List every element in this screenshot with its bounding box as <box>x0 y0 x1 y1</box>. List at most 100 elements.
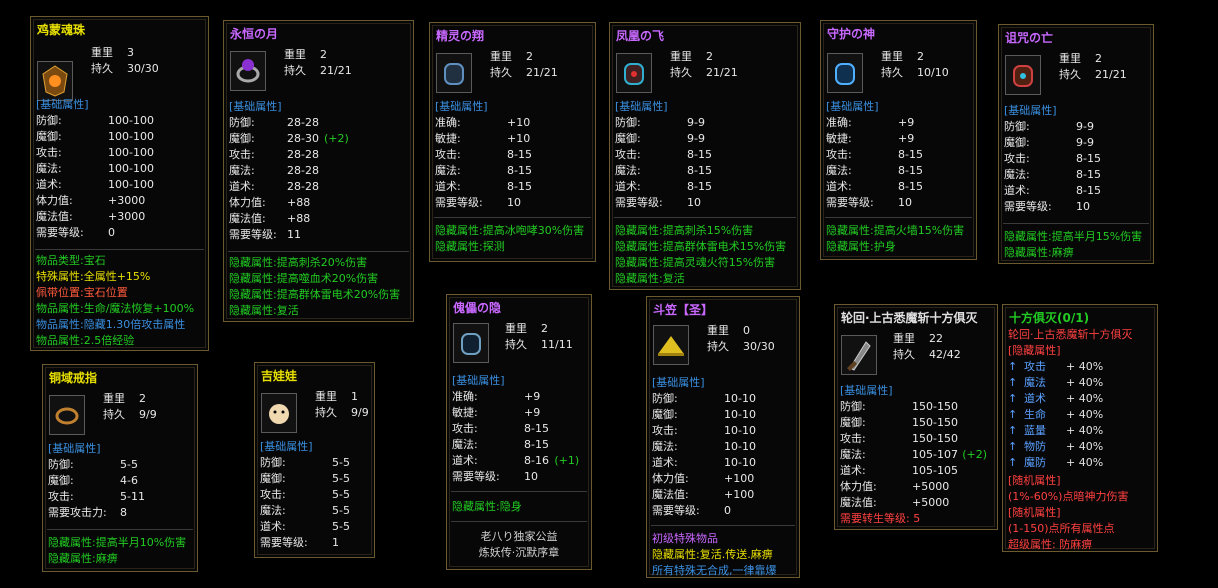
set-bonus-row: ↑ 魔防 + 40% <box>1008 455 1148 471</box>
weight-label: 重里 <box>707 324 729 337</box>
stat-row: 准确: +9 <box>452 389 592 405</box>
weight-label: 重里 <box>91 46 113 59</box>
item-tooltip-panel: 吉娃娃 重里 1 持久 9/9 [基础属性] 防御: 5-5 魔御: 5-5 攻击: 5-5 魔… <box>254 362 375 558</box>
stat-value: 8-15 <box>898 148 923 161</box>
item-title: 轮回·上古悉魔斩十方俱灭 <box>841 311 978 325</box>
stat-value: 8 <box>120 506 127 519</box>
stat-value: 28-28 <box>287 116 319 129</box>
random-attr-header: [随机属性] <box>1008 506 1061 519</box>
stat-label: 魔法: <box>452 438 478 451</box>
weight-value: 2 <box>1095 52 1102 65</box>
stat-value: 100-100 <box>108 130 154 143</box>
stat-label: 防御: <box>260 456 286 469</box>
stat-value: +100 <box>724 488 755 501</box>
stat-value: 9-9 <box>687 132 705 145</box>
weapon-icon <box>841 335 877 375</box>
weight-label: 重里 <box>893 332 915 345</box>
stat-row: 魔法值: +88 <box>229 211 409 227</box>
base-attr-header: [基础属性] <box>48 442 101 455</box>
footer-line: 老八り独家公益 <box>480 530 558 543</box>
durability-value: 30/30 <box>743 340 775 353</box>
stat-label: 魔御: <box>615 132 641 145</box>
stat-row: 魔御: 4-6 <box>48 473 198 489</box>
base-attr-header: [基础属性] <box>826 100 879 113</box>
stat-bonus: (+1) <box>554 454 580 467</box>
stat-value: 100-100 <box>108 146 154 159</box>
set-bonus-row: ↑ 攻击 + 40% <box>1008 359 1148 375</box>
stat-row: 需要等级: 10 <box>1004 199 1154 215</box>
stat-value: 150-150 <box>912 400 958 413</box>
hidden-attr-line: 隐藏属性:提高半月15%伤害 <box>1004 230 1143 243</box>
stat-value: 10-10 <box>724 456 756 469</box>
stat-bonus: (+2) <box>324 132 349 145</box>
stat-label: 需要等级: <box>260 536 308 549</box>
hidden-attr-line: 隐藏属性:提高刺杀15%伤害 <box>615 224 754 237</box>
item-tooltip-panel: 永恒の月 重里 2 持久 21/21 [基础属性] 防御: 28-28 魔御: 28-30… <box>223 20 414 322</box>
stat-value: 8-15 <box>1076 152 1101 165</box>
stat-label: 道术: <box>615 180 641 193</box>
durability-value: 42/42 <box>929 348 961 361</box>
stat-value: 28-28 <box>287 148 319 161</box>
hat-icon <box>653 325 689 365</box>
hidden-attr-line: 隐藏属性:提高噬血术20%伤害 <box>229 272 379 285</box>
base-attr-header: [基础属性] <box>36 98 89 111</box>
durability-label: 持久 <box>505 338 527 351</box>
weight-label: 重里 <box>1059 52 1081 65</box>
stat-row: 魔法值: +5000 <box>840 495 998 511</box>
stat-label: 魔法值: <box>652 488 689 501</box>
durability-value: 21/21 <box>320 64 352 77</box>
stat-value: +5000 <box>912 496 950 509</box>
stat-row: 道术: 8-16 (+1) <box>452 453 592 469</box>
durability-value: 21/21 <box>1095 68 1127 81</box>
durability-label: 持久 <box>1059 68 1081 81</box>
property-value: 2.5倍经验 <box>83 334 135 347</box>
durability-label: 持久 <box>315 406 337 419</box>
item-title: 守护の神 <box>827 27 876 41</box>
property-value: 宝石位置 <box>83 286 128 299</box>
stat-row: 攻击: 8-15 <box>1004 151 1154 167</box>
stat-value: 8-15 <box>898 180 923 193</box>
stat-value: 8-15 <box>524 438 549 451</box>
durability-value: 9/9 <box>351 406 369 419</box>
durability-label: 持久 <box>893 348 915 361</box>
stat-value: 1 <box>332 536 339 549</box>
stat-value: +3000 <box>108 194 146 207</box>
item-property-row: 物品属性:生命/魔法恢复+100% <box>36 301 211 317</box>
stat-row: 道术: 28-28 <box>229 179 409 195</box>
stat-label: 体力值: <box>652 472 689 485</box>
hidden-attr-line: 隐藏属性:麻痹 <box>1004 246 1074 259</box>
set-bonus-row: ↑ 蓝量 + 40% <box>1008 423 1148 439</box>
stat-label: 防御: <box>36 114 62 127</box>
weight-value: 2 <box>917 50 924 63</box>
stat-row: 攻击: 5-5 <box>260 487 375 503</box>
stat-label: 魔法值: <box>229 212 266 225</box>
weight-value: 3 <box>127 46 134 59</box>
durability-value: 30/30 <box>127 62 159 75</box>
base-attr-header: [基础属性] <box>229 100 282 113</box>
stat-label: 道术: <box>652 456 678 469</box>
bonus-value: + 40% <box>1066 408 1104 421</box>
item-tooltip-panel: 斗笠【圣】 重里 0 持久 30/30 [基础属性] 防御: 10-10 魔御: 10-1… <box>646 296 800 578</box>
weight-value: 2 <box>541 322 548 335</box>
bracelet-icon <box>453 323 489 363</box>
stat-label: 攻击: <box>435 148 461 161</box>
item-title: 诅咒の亡 <box>1005 31 1054 45</box>
stat-value: 8-15 <box>507 148 532 161</box>
stat-row: 体力值: +88 <box>229 195 409 211</box>
stat-row: 魔法: 8-15 <box>435 163 595 179</box>
stat-row: 需要攻击力: 8 <box>48 505 198 521</box>
stat-label: 需要等级: <box>36 226 84 239</box>
stat-label: 需要等级: <box>435 196 483 209</box>
hidden-attr-line: 隐藏属性:提高半月10%伤害 <box>48 536 187 549</box>
property-label: 物品属性: <box>36 318 84 331</box>
stat-label: 防御: <box>1004 120 1030 133</box>
bonus-value: + 40% <box>1066 360 1104 373</box>
stat-row: 攻击: 8-15 <box>452 421 592 437</box>
arrow-up-icon: ↑ <box>1008 360 1018 373</box>
durability-label: 持久 <box>707 340 729 353</box>
stat-label: 魔御: <box>260 472 286 485</box>
arrow-up-icon: ↑ <box>1008 440 1018 453</box>
bonus-value: + 40% <box>1066 424 1104 437</box>
stat-label: 道术: <box>826 180 852 193</box>
stat-value: 8-15 <box>524 422 549 435</box>
